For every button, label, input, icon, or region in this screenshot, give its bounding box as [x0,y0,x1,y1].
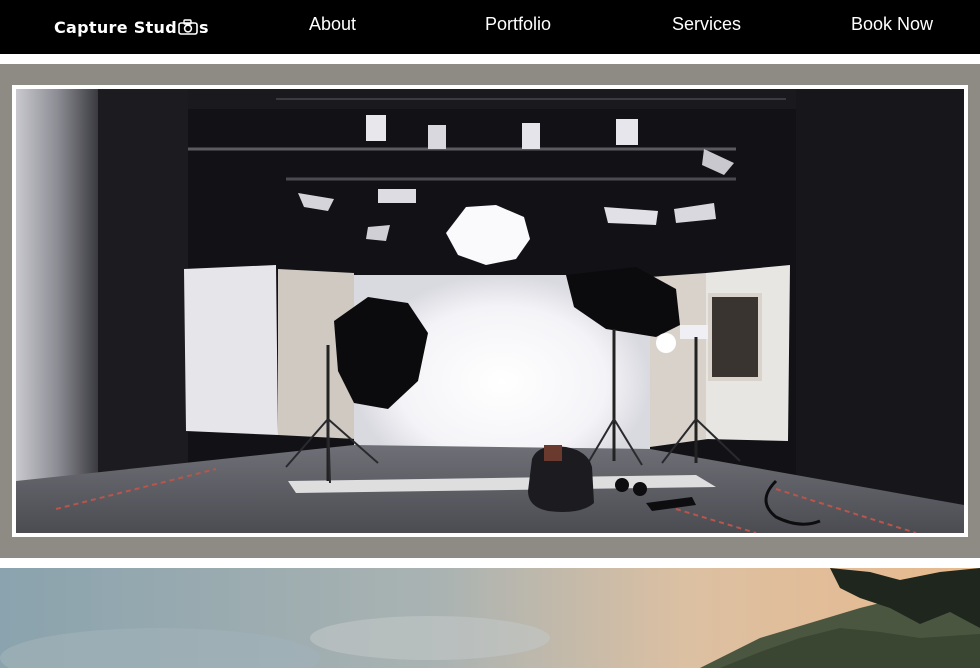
nav-link-services[interactable]: Services [672,12,741,36]
nav-link-book-now[interactable]: Book Now [851,12,933,36]
site-logo[interactable]: Capture Stud s [54,14,209,40]
landscape-image [0,568,980,668]
studio-photo [16,89,964,533]
top-navigation-bar: Capture Stud s About Portfolio Services … [0,0,980,54]
logo-text-start: Capture Stud [54,17,177,37]
nav-link-portfolio[interactable]: Portfolio [485,12,551,36]
sunset-hillside-photo [0,568,980,668]
hero-image-frame [12,85,968,537]
nav-link-about[interactable]: About [309,12,356,36]
camera-icon [178,19,198,35]
logo-text-end: s [198,17,209,37]
